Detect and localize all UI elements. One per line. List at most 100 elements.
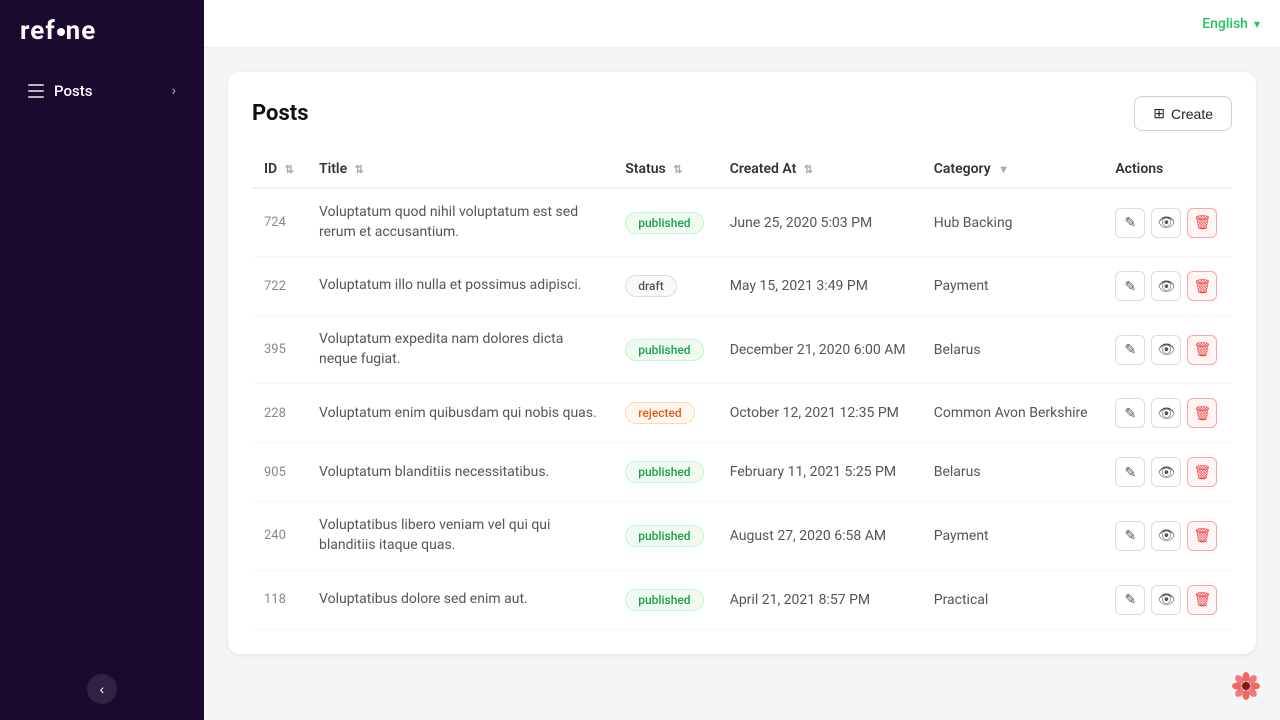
cell-id: 905 [252, 443, 307, 502]
cell-created-at: June 25, 2020 5:03 PM [718, 188, 922, 257]
create-icon: ⊞ [1153, 105, 1165, 122]
page-header: Posts ⊞ Create [252, 96, 1232, 131]
delete-button[interactable]: 🗑 [1187, 457, 1217, 487]
delete-button[interactable]: 🗑 [1187, 521, 1217, 551]
content-area: Posts ⊞ Create ID ⇅ Title ⇅ [204, 48, 1280, 720]
sidebar-item-posts[interactable]: Posts › [8, 72, 196, 110]
edit-button[interactable]: ✎ [1115, 335, 1145, 365]
col-category-label: Category [934, 161, 991, 177]
create-button[interactable]: ⊞ Create [1134, 96, 1232, 131]
flower-icon[interactable] [1228, 668, 1264, 704]
cell-created-at: August 27, 2020 6:58 AM [718, 502, 922, 570]
cell-category: Belarus [922, 443, 1104, 502]
cell-title: Voluptatum quod nihil voluptatum est sed… [307, 188, 613, 257]
cell-created-at: April 21, 2021 8:57 PM [718, 570, 922, 629]
main-content: English ▾ Posts ⊞ Create ID ⇅ [204, 0, 1280, 720]
edit-button[interactable]: ✎ [1115, 208, 1145, 238]
cell-actions: ✎ 👁 🗑 [1103, 188, 1232, 257]
col-category-filter-icon: ▼ [998, 163, 1009, 176]
sidebar-nav: Posts › [0, 62, 204, 658]
edit-button[interactable]: ✎ [1115, 457, 1145, 487]
status-badge: draft [625, 275, 677, 297]
cell-status: published [613, 188, 717, 257]
actions-group: ✎ 👁 🗑 [1115, 208, 1220, 238]
table-row: 118 Voluptatibus dolore sed enim aut. pu… [252, 570, 1232, 629]
cell-status: rejected [613, 384, 717, 443]
col-title-sort-icon: ⇅ [355, 163, 364, 176]
sidebar-collapse-button[interactable]: ‹ [87, 674, 117, 704]
status-badge: published [625, 461, 703, 483]
col-category[interactable]: Category ▼ [922, 151, 1104, 188]
cell-category: Belarus [922, 316, 1104, 384]
page-title: Posts [252, 101, 309, 126]
delete-button[interactable]: 🗑 [1187, 271, 1217, 301]
cell-actions: ✎ 👁 🗑 [1103, 316, 1232, 384]
col-title[interactable]: Title ⇅ [307, 151, 613, 188]
delete-button[interactable]: 🗑 [1187, 335, 1217, 365]
posts-icon [28, 84, 44, 98]
cell-status: published [613, 443, 717, 502]
language-chevron-icon: ▾ [1254, 17, 1260, 31]
view-button[interactable]: 👁 [1151, 271, 1181, 301]
cell-id: 228 [252, 384, 307, 443]
delete-button[interactable]: 🗑 [1187, 208, 1217, 238]
page-card: Posts ⊞ Create ID ⇅ Title ⇅ [228, 72, 1256, 654]
cell-id: 395 [252, 316, 307, 384]
col-id-label: ID [264, 161, 277, 177]
edit-button[interactable]: ✎ [1115, 398, 1145, 428]
edit-button[interactable]: ✎ [1115, 585, 1145, 615]
table-row: 240 Voluptatibus libero veniam vel qui q… [252, 502, 1232, 570]
col-status[interactable]: Status ⇅ [613, 151, 717, 188]
edit-button[interactable]: ✎ [1115, 521, 1145, 551]
cell-category: Common Avon Berkshire [922, 384, 1104, 443]
sidebar-chevron-icon: › [172, 83, 176, 99]
view-button[interactable]: 👁 [1151, 335, 1181, 365]
col-id-sort-icon: ⇅ [285, 163, 294, 176]
delete-button[interactable]: 🗑 [1187, 398, 1217, 428]
language-selector[interactable]: English ▾ [1202, 16, 1260, 32]
status-badge: published [625, 525, 703, 547]
cell-actions: ✎ 👁 🗑 [1103, 502, 1232, 570]
view-button[interactable]: 👁 [1151, 585, 1181, 615]
status-badge: rejected [625, 402, 694, 424]
cell-status: published [613, 502, 717, 570]
cell-category: Payment [922, 257, 1104, 316]
view-button[interactable]: 👁 [1151, 208, 1181, 238]
create-button-label: Create [1171, 106, 1213, 122]
edit-button[interactable]: ✎ [1115, 271, 1145, 301]
sidebar-item-label: Posts [54, 82, 92, 100]
delete-button[interactable]: 🗑 [1187, 585, 1217, 615]
col-title-label: Title [319, 161, 347, 177]
posts-table: ID ⇅ Title ⇅ Status ⇅ Created At [252, 151, 1232, 630]
table-row: 395 Voluptatum expedita nam dolores dict… [252, 316, 1232, 384]
col-actions-label: Actions [1115, 161, 1163, 177]
cell-created-at: May 15, 2021 3:49 PM [718, 257, 922, 316]
status-badge: published [625, 339, 703, 361]
view-button[interactable]: 👁 [1151, 521, 1181, 551]
view-button[interactable]: 👁 [1151, 457, 1181, 487]
cell-status: published [613, 570, 717, 629]
cell-title: Voluptatum enim quibusdam qui nobis quas… [307, 384, 613, 443]
cell-title: Voluptatum blanditiis necessitatibus. [307, 443, 613, 502]
actions-group: ✎ 👁 🗑 [1115, 457, 1220, 487]
table-row: 228 Voluptatum enim quibusdam qui nobis … [252, 384, 1232, 443]
col-status-sort-icon: ⇅ [673, 163, 682, 176]
cell-actions: ✎ 👁 🗑 [1103, 384, 1232, 443]
cell-title: Voluptatibus libero veniam vel qui qui b… [307, 502, 613, 570]
cell-actions: ✎ 👁 🗑 [1103, 257, 1232, 316]
cell-category: Hub Backing [922, 188, 1104, 257]
view-button[interactable]: 👁 [1151, 398, 1181, 428]
cell-created-at: October 12, 2021 12:35 PM [718, 384, 922, 443]
actions-group: ✎ 👁 🗑 [1115, 335, 1220, 365]
col-created-at[interactable]: Created At ⇅ [718, 151, 922, 188]
col-id[interactable]: ID ⇅ [252, 151, 307, 188]
cell-status: draft [613, 257, 717, 316]
logo: refne [0, 0, 204, 62]
language-label: English [1202, 16, 1248, 32]
col-actions: Actions [1103, 151, 1232, 188]
col-created-at-sort-icon: ⇅ [804, 163, 813, 176]
cell-id: 722 [252, 257, 307, 316]
actions-group: ✎ 👁 🗑 [1115, 585, 1220, 615]
cell-actions: ✎ 👁 🗑 [1103, 443, 1232, 502]
status-badge: published [625, 589, 703, 611]
